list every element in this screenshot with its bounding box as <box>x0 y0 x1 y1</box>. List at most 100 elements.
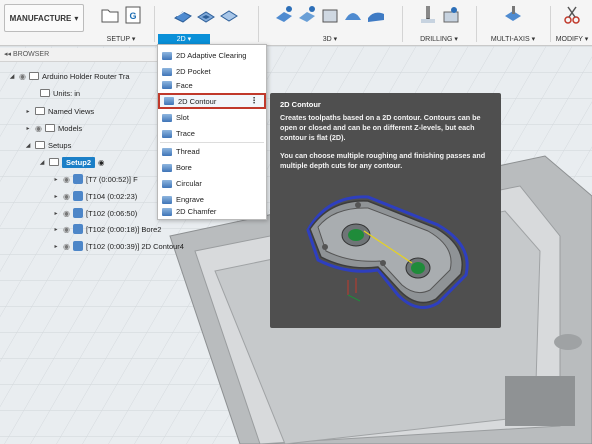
trace-icon <box>162 129 172 138</box>
tree-row-label: Models <box>57 123 83 133</box>
setup-group: G SETUP ▾ <box>90 0 152 46</box>
eye-icon[interactable]: ◉ <box>63 225 70 234</box>
menu-item-label: 2D Pocket <box>176 67 211 76</box>
menu-item-label: Face <box>176 80 193 90</box>
tree-row-operation[interactable]: ▸ ◉ [T102 (0:06:50) <box>52 206 137 220</box>
steep-shallow-icon[interactable] <box>320 4 340 26</box>
tree-row-label: [T102 (0:00:39)] 2D Contour4 <box>85 241 184 251</box>
scallop-icon[interactable] <box>343 4 363 26</box>
tooltip-2d-contour: 2D Contour Creates toolpaths based on a … <box>270 93 501 328</box>
folder-icon <box>35 141 45 149</box>
tree-row-label: [T102 (0:06:50) <box>85 208 138 218</box>
circular-icon <box>162 179 172 188</box>
toolbar: MANUFACTURE ▾ G SETUP ▾ 2D ▾ 3D ▾ DRILLI… <box>0 0 592 46</box>
2d-pocket-icon <box>162 67 172 76</box>
menu-item-trace[interactable]: Trace <box>158 126 266 141</box>
collapse-icon[interactable]: ◢ <box>38 159 46 166</box>
expand-icon[interactable]: ▸ <box>24 125 32 132</box>
tree-row-operation[interactable]: ▸ ◉ [T104 (0:02:23) <box>52 189 137 203</box>
document-icon <box>40 89 50 97</box>
drill-icon[interactable] <box>418 4 438 26</box>
expand-icon[interactable]: ▸ <box>52 176 60 183</box>
2d-adaptive-icon <box>162 51 172 60</box>
expand-icon[interactable]: ▸ <box>52 243 60 250</box>
tree-row-label: Setups <box>48 140 72 150</box>
menu-item-label: Circular <box>176 179 202 188</box>
more-options-icon[interactable]: ⋮ <box>250 96 258 105</box>
menu-item-2d-contour[interactable]: 2D Contour ⋮ <box>158 93 266 109</box>
menu-item-2d-chamfer[interactable]: 2D Chamfer <box>158 204 266 219</box>
toolbar-divider <box>258 6 259 42</box>
expand-icon[interactable]: ▸ <box>24 108 32 115</box>
multiaxis-icon[interactable] <box>503 4 523 26</box>
menu-item-label: Thread <box>176 147 200 156</box>
tree-row-operation[interactable]: ▸ ◉ [T102 (0:00:18)] Bore2 <box>52 222 161 236</box>
drilling-group: DRILLING ▾ <box>404 0 474 46</box>
menu-item-2d-adaptive-clearing[interactable]: 2D Adaptive Clearing <box>158 48 266 63</box>
menu-item-label: Bore <box>176 163 192 172</box>
tree-row-setup2[interactable]: ◢ Setup2 ◉ <box>38 155 105 169</box>
slot-icon <box>162 113 172 122</box>
2d-adaptive-icon[interactable] <box>173 4 193 26</box>
tree-row-operation[interactable]: ▸ ◉ [T102 (0:00:39)] 2D Contour4 <box>52 239 184 253</box>
folder-icon <box>35 107 45 115</box>
browser-header[interactable]: ◂◂ BROWSER <box>0 48 160 62</box>
menu-divider <box>160 142 264 143</box>
tree-row-operation[interactable]: ▸ ◉ [T7 (0:00:52)] F <box>52 172 138 186</box>
setup-icon <box>49 158 59 166</box>
menu-item-label: Engrave <box>176 195 204 204</box>
contour-icon <box>72 241 83 251</box>
face-icon <box>162 81 172 89</box>
tooltip-description: Creates toolpaths based on a 2D contour.… <box>280 113 481 142</box>
thread-icon <box>162 147 172 156</box>
3d-pocket-icon[interactable] <box>297 4 317 26</box>
expand-icon[interactable]: ▸ <box>52 193 60 200</box>
eye-icon[interactable]: ◉ <box>63 192 70 201</box>
tree-row-named-views[interactable]: ▸ Named Views <box>24 104 94 118</box>
2d-pocket-icon[interactable] <box>196 4 216 26</box>
3d-adaptive-icon[interactable] <box>274 4 294 26</box>
active-radio-icon[interactable]: ◉ <box>98 158 105 167</box>
modify-group-label[interactable]: MODIFY ▾ <box>552 35 592 43</box>
eye-icon[interactable]: ◉ <box>63 209 70 218</box>
eye-icon[interactable]: ◉ <box>19 72 26 81</box>
tree-row-label: [T104 (0:02:23) <box>85 191 138 201</box>
eye-icon[interactable]: ◉ <box>63 175 70 184</box>
drilling-group-label[interactable]: DRILLING ▾ <box>404 35 474 43</box>
expand-icon[interactable]: ▸ <box>52 226 60 233</box>
tree-row-label: Arduino Holder Router Tra <box>41 71 130 81</box>
menu-item-circular[interactable]: Circular <box>158 176 266 191</box>
menu-item-slot[interactable]: Slot <box>158 110 266 125</box>
new-setup-icon[interactable]: G <box>123 4 143 26</box>
flow-icon[interactable] <box>366 4 386 26</box>
tree-row-models[interactable]: ▸ ◉ Models <box>24 121 82 135</box>
menu-item-bore[interactable]: Bore <box>158 160 266 175</box>
eye-icon[interactable]: ◉ <box>35 124 42 133</box>
tree-row-units[interactable]: Units: in <box>40 86 80 100</box>
2d-contour-icon <box>164 97 174 105</box>
menu-item-thread[interactable]: Thread <box>158 144 266 159</box>
collapse-icon[interactable]: ◢ <box>24 142 32 149</box>
menu-item-label: 2D Chamfer <box>176 207 217 216</box>
2d-dropdown-menu: 2D Adaptive Clearing 2D Pocket Face 2D C… <box>157 44 267 220</box>
tree-row-setups[interactable]: ◢ Setups <box>24 138 72 152</box>
workspace-selector[interactable]: MANUFACTURE ▾ <box>4 4 84 32</box>
scissors-icon[interactable] <box>562 4 582 26</box>
collapse-icon[interactable]: ◢ <box>8 73 16 80</box>
folder-icon[interactable] <box>100 4 120 26</box>
toolbar-divider <box>402 6 403 42</box>
menu-item-face[interactable]: Face <box>158 80 266 90</box>
menu-item-2d-pocket[interactable]: 2D Pocket <box>158 64 266 79</box>
expand-icon[interactable]: ▸ <box>52 210 60 217</box>
setup-group-label[interactable]: SETUP ▾ <box>90 35 152 43</box>
3d-group-label[interactable]: 3D ▾ <box>260 35 400 43</box>
browser-title: BROWSER <box>12 51 50 58</box>
face-icon[interactable] <box>219 4 239 26</box>
hole-recognition-icon[interactable] <box>441 4 461 26</box>
multiaxis-group-label[interactable]: MULTI-AXIS ▾ <box>478 35 548 43</box>
tree-row-document[interactable]: ◢ ◉ Arduino Holder Router Tra <box>8 69 130 83</box>
menu-item-label: 2D Adaptive Clearing <box>176 51 247 60</box>
tree-row-label: [T102 (0:00:18)] Bore2 <box>85 224 162 234</box>
menu-item-label: Slot <box>176 113 189 122</box>
eye-icon[interactable]: ◉ <box>63 242 70 251</box>
